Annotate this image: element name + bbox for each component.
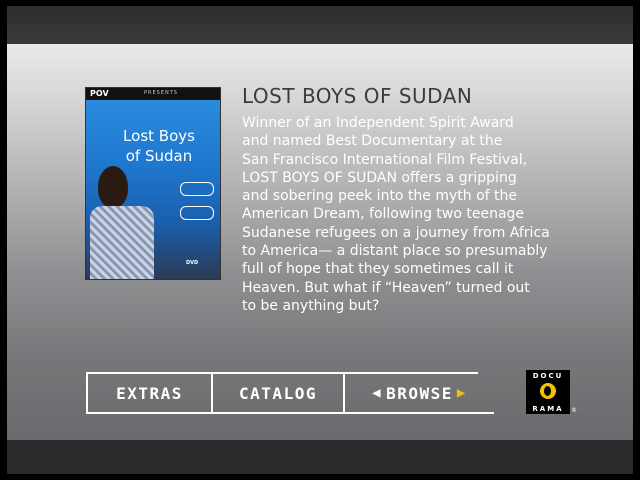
registered-mark: ® <box>571 407 577 414</box>
poster-title-line1: Lost Boys <box>123 127 195 145</box>
menu-nav-bar: EXTRAS CATALOG ◀ BROWSE ▶ <box>86 372 494 414</box>
poster-person-figure <box>90 166 154 279</box>
award-laurel-icon <box>180 206 214 220</box>
person-head <box>98 166 128 208</box>
top-border <box>7 6 633 46</box>
award-laurel-icon <box>180 182 214 196</box>
browse-button[interactable]: ◀ BROWSE ▶ <box>345 374 494 412</box>
docurama-logo: DOCU RAMA <box>526 370 570 414</box>
arrow-left-icon[interactable]: ◀ <box>372 385 382 401</box>
extras-button[interactable]: EXTRAS <box>88 374 211 412</box>
nav-divider-bottom <box>86 412 494 414</box>
logo-circle-icon <box>540 383 556 399</box>
page-title: LOST BOYS OF SUDAN <box>242 84 473 108</box>
person-shirt <box>90 206 154 279</box>
poster-title-line2: of Sudan <box>125 147 193 165</box>
dvd-logo: DVD <box>186 260 199 266</box>
film-description: Winner of an Independent Spirit Award an… <box>242 115 550 314</box>
poster-title: Lost Boys of Sudan <box>104 126 214 166</box>
dvd-cover-image: POV PRESENTS Lost Boys of Sudan DVD <box>86 88 220 279</box>
logo-text-top: DOCU <box>532 372 564 380</box>
catalog-button[interactable]: CATALOG <box>213 374 343 412</box>
bottom-border <box>7 440 633 474</box>
arrow-right-icon[interactable]: ▶ <box>457 385 467 401</box>
pov-logo: POV <box>90 89 109 98</box>
poster-presents: PRESENTS <box>144 90 178 96</box>
logo-text-bottom: RAMA <box>532 405 564 413</box>
browse-label: BROWSE <box>386 383 453 403</box>
poster-header-bar: POV PRESENTS <box>86 88 220 100</box>
